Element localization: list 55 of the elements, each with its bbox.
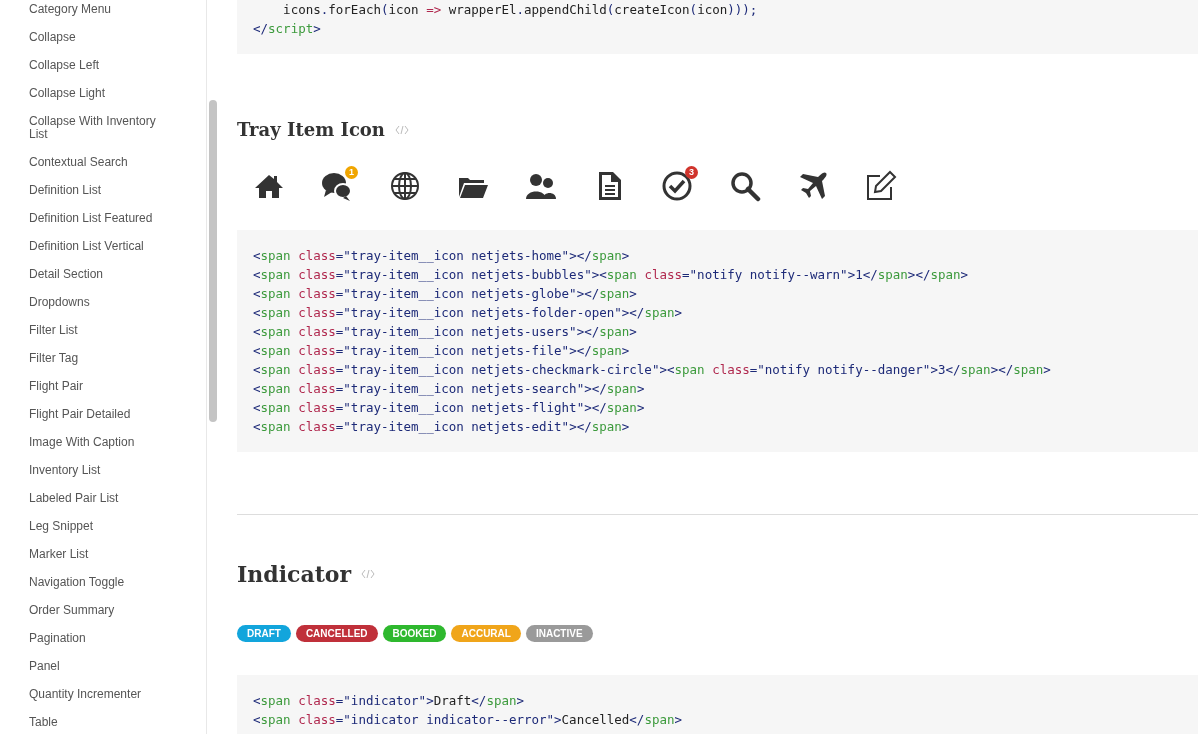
status-indicator: ACCURAL xyxy=(451,625,521,642)
globe-icon[interactable] xyxy=(389,170,421,202)
sidebar-link[interactable]: Pagination xyxy=(29,632,169,645)
sidebar-link[interactable]: Table xyxy=(29,716,169,729)
notification-badge: 3 xyxy=(685,166,698,179)
code-line: <span class="indicator">Draft</span> xyxy=(253,692,524,710)
sidebar-link[interactable]: Category Menu xyxy=(29,3,169,16)
sidebar-link[interactable]: Quantity Incrementer xyxy=(29,688,169,701)
code-line: <span class="tray-item__icon netjets-globe"></span> xyxy=(253,285,637,303)
bubbles-icon[interactable] xyxy=(321,170,353,202)
code-line: <span class="tray-item__icon netjets-bubbles"><span class="notify notify--warn">1</span></span> xyxy=(253,266,969,284)
sidebar-link[interactable]: Flight Pair xyxy=(29,380,169,393)
status-indicator: CANCELLED xyxy=(295,625,378,642)
code-line: <span class="indicator indicator--error">Cancelled</span> xyxy=(253,711,683,729)
status-indicator: BOOKED xyxy=(382,625,447,642)
status-indicator: DRAFT xyxy=(237,625,291,642)
code-line: <span class="tray-item__icon netjets-folder-open"></span> xyxy=(253,304,683,322)
code-line: </script> xyxy=(253,20,321,38)
notification-badge: 1 xyxy=(345,166,358,179)
sidebar-link[interactable]: Labeled Pair List xyxy=(29,492,169,505)
edit-icon[interactable] xyxy=(865,170,897,202)
sidebar-link[interactable]: Filter List xyxy=(29,324,169,337)
sidebar-link[interactable]: Inventory List xyxy=(29,464,169,477)
sidebar-link[interactable]: Order Summary xyxy=(29,604,169,617)
code-line: <span class="tray-item__icon netjets-edit"></span> xyxy=(253,418,630,436)
code-line: <span class="tray-item__icon netjets-file"></span> xyxy=(253,342,630,360)
sidebar-link[interactable]: Collapse xyxy=(29,31,169,44)
sidebar-link[interactable]: Leg Snippet xyxy=(29,520,169,533)
code-line: <span class="tray-item__icon netjets-checkmark-circle"><span class="notify notify--danger">3</span></span> xyxy=(253,361,1051,379)
sidebar-link[interactable]: Contextual Search xyxy=(29,156,169,169)
sidebar-link[interactable]: Panel xyxy=(29,660,169,673)
sidebar-link[interactable]: Collapse With Inventory List xyxy=(29,115,169,141)
sidebar-link[interactable]: Image With Caption xyxy=(29,436,169,449)
code-line: <span class="tray-item__icon netjets-flight"></span> xyxy=(253,399,645,417)
code-line: <span class="tray-item__icon netjets-home"></span> xyxy=(253,247,630,265)
sidebar-link[interactable]: Collapse Left xyxy=(29,59,169,72)
code-line: <span class="tray-item__icon netjets-users"></span> xyxy=(253,323,637,341)
sidebar-link[interactable]: Definition List xyxy=(29,184,169,197)
code-line: <span class="tray-item__icon netjets-search"></span> xyxy=(253,380,645,398)
sidebar-link[interactable]: Collapse Light xyxy=(29,87,169,100)
sidebar-link[interactable]: Definition List Vertical xyxy=(29,240,169,253)
section-heading: Tray Item Icon xyxy=(237,119,385,140)
sidebar-link[interactable]: Marker List xyxy=(29,548,169,561)
code-line: icons.forEach(icon => wrapperEl.appendChild(createIcon(icon))); xyxy=(282,1,758,19)
section-heading: Indicator xyxy=(237,561,352,587)
sidebar-link[interactable]: Definition List Featured xyxy=(29,212,169,225)
sidebar-link[interactable]: Dropdowns xyxy=(29,296,169,309)
sidebar-link[interactable]: Filter Tag xyxy=(29,352,169,365)
sidebar-link[interactable]: Flight Pair Detailed xyxy=(29,408,169,421)
check-icon[interactable] xyxy=(661,170,693,202)
sidebar-link[interactable]: Detail Section xyxy=(29,268,169,281)
scrollbar[interactable] xyxy=(209,100,217,422)
search-icon[interactable] xyxy=(729,170,761,202)
sidebar-link[interactable]: Navigation Toggle xyxy=(29,576,169,589)
status-indicator: INACTIVE xyxy=(525,625,593,642)
